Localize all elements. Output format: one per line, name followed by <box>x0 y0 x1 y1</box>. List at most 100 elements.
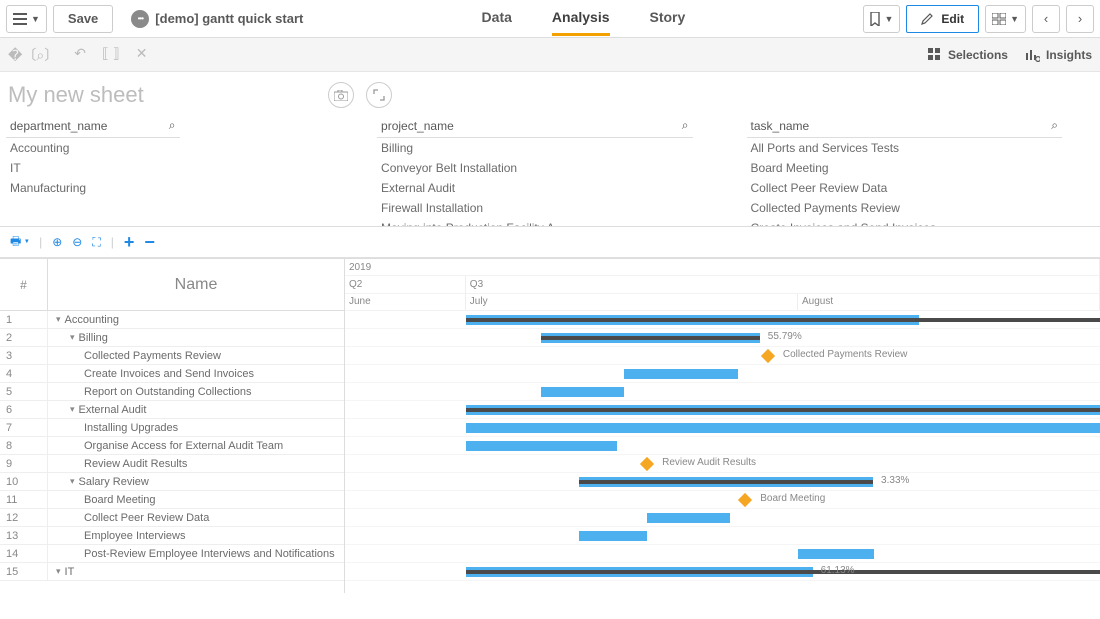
list-item[interactable]: Moving into Production Facility A <box>377 218 692 226</box>
step-forward-icon[interactable]: ⟦ ⟧ <box>102 45 120 65</box>
gantt-bar[interactable] <box>798 549 874 559</box>
expand-button[interactable] <box>366 82 392 108</box>
list-item[interactable]: Conveyor Belt Installation <box>377 158 692 178</box>
gantt-row: 3.33% <box>345 473 1100 491</box>
list-item[interactable]: Billing <box>377 138 692 158</box>
smart-search-icon[interactable]: �〔⌕〕 <box>8 45 58 65</box>
insights-label: Insights <box>1046 48 1092 62</box>
tree-row[interactable]: 13Employee Interviews <box>0 527 344 545</box>
gantt-row <box>345 509 1100 527</box>
sheet-header: My new sheet <box>0 72 1100 114</box>
gantt-bar[interactable] <box>466 423 1100 433</box>
tree-row[interactable]: 2▾Billing <box>0 329 344 347</box>
edit-label: Edit <box>941 12 964 26</box>
tree-row[interactable]: 3Collected Payments Review <box>0 347 344 365</box>
sheet-title[interactable]: My new sheet <box>8 82 144 108</box>
list-item[interactable]: Firewall Installation <box>377 198 692 218</box>
gantt-row <box>345 401 1100 419</box>
tree-row[interactable]: 15▾IT <box>0 563 344 581</box>
zoom-in-icon[interactable]: ⊕ <box>52 235 62 249</box>
filter-label: task_name <box>751 119 1052 133</box>
gantt-bar[interactable] <box>624 369 737 379</box>
tab-data[interactable]: Data <box>482 1 512 36</box>
clear-selections-icon[interactable]: ✕ <box>136 45 148 65</box>
expand-rows-icon[interactable]: + <box>124 232 135 253</box>
tab-story[interactable]: Story <box>650 1 686 36</box>
month-label: June <box>345 294 466 310</box>
save-button[interactable]: Save <box>53 5 113 33</box>
month-label: August <box>798 294 1100 310</box>
caret-down-icon: ▼ <box>31 14 40 24</box>
step-back-icon[interactable]: ↶ <box>74 45 86 65</box>
list-item[interactable]: External Audit <box>377 178 692 198</box>
zoom-out-icon[interactable]: ⊖ <box>72 235 82 249</box>
gantt-row: 55.79% <box>345 329 1100 347</box>
print-icon[interactable]: 🖶 ▾ <box>10 232 29 253</box>
tree-row[interactable]: 8Organise Access for External Audit Team <box>0 437 344 455</box>
tree-row[interactable]: 9Review Audit Results <box>0 455 344 473</box>
bookmark-icon <box>870 12 880 26</box>
gantt-bar[interactable] <box>466 441 617 451</box>
search-icon[interactable]: ⌕ <box>1051 118 1058 133</box>
col-name: Name <box>48 259 344 310</box>
gantt-bar[interactable] <box>579 480 873 484</box>
search-icon[interactable]: ⌕ <box>682 118 689 133</box>
tree-row[interactable]: 7Installing Upgrades <box>0 419 344 437</box>
insights-button[interactable]: Insights <box>1026 48 1092 62</box>
list-item[interactable]: Board Meeting <box>747 158 1062 178</box>
gantt-chart: # Name 1▾Accounting2▾Billing3Collected P… <box>0 258 1100 593</box>
tree-row[interactable]: 11Board Meeting <box>0 491 344 509</box>
tree-row[interactable]: 1▾Accounting <box>0 311 344 329</box>
list-item[interactable]: Collect Peer Review Data <box>747 178 1062 198</box>
gantt-bar[interactable] <box>579 531 647 541</box>
fit-icon[interactable]: ⛶ <box>92 235 100 250</box>
bookmarks-button[interactable]: ▼ <box>863 5 900 33</box>
next-button[interactable]: › <box>1066 5 1094 33</box>
grid-icon <box>992 13 1006 25</box>
tree-row[interactable]: 10▾Salary Review <box>0 473 344 491</box>
tree-row[interactable]: 5Report on Outstanding Collections <box>0 383 344 401</box>
milestone-icon[interactable] <box>640 457 654 471</box>
collapse-rows-icon[interactable]: − <box>144 232 155 253</box>
tree-row[interactable]: 12Collect Peer Review Data <box>0 509 344 527</box>
gantt-row <box>345 437 1100 455</box>
gantt-bar[interactable] <box>541 387 624 397</box>
tree-row[interactable]: 6▾External Audit <box>0 401 344 419</box>
gantt-bar[interactable] <box>466 570 1100 574</box>
gantt-bar[interactable] <box>647 513 730 523</box>
list-item[interactable]: IT <box>6 158 180 178</box>
app-icon: ••• <box>131 10 149 28</box>
gantt-toolbar: 🖶 ▾ | ⊕ ⊖ ⛶ | + − <box>0 226 1100 258</box>
gantt-timeline[interactable]: 2019 Q2 Q3 June July August 55.79%Collec… <box>345 259 1100 593</box>
gantt-bar[interactable] <box>541 336 760 340</box>
month-label: July <box>466 294 798 310</box>
gantt-row <box>345 545 1100 563</box>
list-item[interactable]: Create Invoices and Send Invoices <box>747 218 1062 226</box>
gantt-bar[interactable] <box>466 318 1100 322</box>
milestone-icon[interactable] <box>738 493 752 507</box>
milestone-icon[interactable] <box>761 349 775 363</box>
gantt-row: Review Audit Results <box>345 455 1100 473</box>
snapshot-button[interactable] <box>328 82 354 108</box>
prev-button[interactable]: ‹ <box>1032 5 1060 33</box>
search-icon[interactable]: ⌕ <box>169 118 176 133</box>
gantt-row <box>345 419 1100 437</box>
topbar: ▼ Save ••• [demo] gantt quick start Data… <box>0 0 1100 38</box>
tree-row[interactable]: 14Post-Review Employee Interviews and No… <box>0 545 344 563</box>
list-item[interactable]: Collected Payments Review <box>747 198 1062 218</box>
gantt-bar[interactable] <box>466 408 1100 412</box>
caret-down-icon: ▼ <box>1010 14 1019 24</box>
list-item[interactable]: Manufacturing <box>6 178 180 198</box>
sheets-button[interactable]: ▼ <box>985 5 1026 33</box>
insights-icon <box>1026 48 1040 62</box>
edit-button[interactable]: Edit <box>906 5 979 33</box>
tree-row[interactable]: 4Create Invoices and Send Invoices <box>0 365 344 383</box>
tab-analysis[interactable]: Analysis <box>552 1 610 36</box>
selections-tool-button[interactable]: Selections <box>928 48 1008 62</box>
list-item[interactable]: Accounting <box>6 138 180 158</box>
chevron-left-icon: ‹ <box>1044 11 1048 26</box>
filter-task: task_name⌕ All Ports and Services TestsB… <box>747 114 1062 226</box>
menu-button[interactable]: ▼ <box>6 5 47 33</box>
gantt-row <box>345 311 1100 329</box>
list-item[interactable]: All Ports and Services Tests <box>747 138 1062 158</box>
